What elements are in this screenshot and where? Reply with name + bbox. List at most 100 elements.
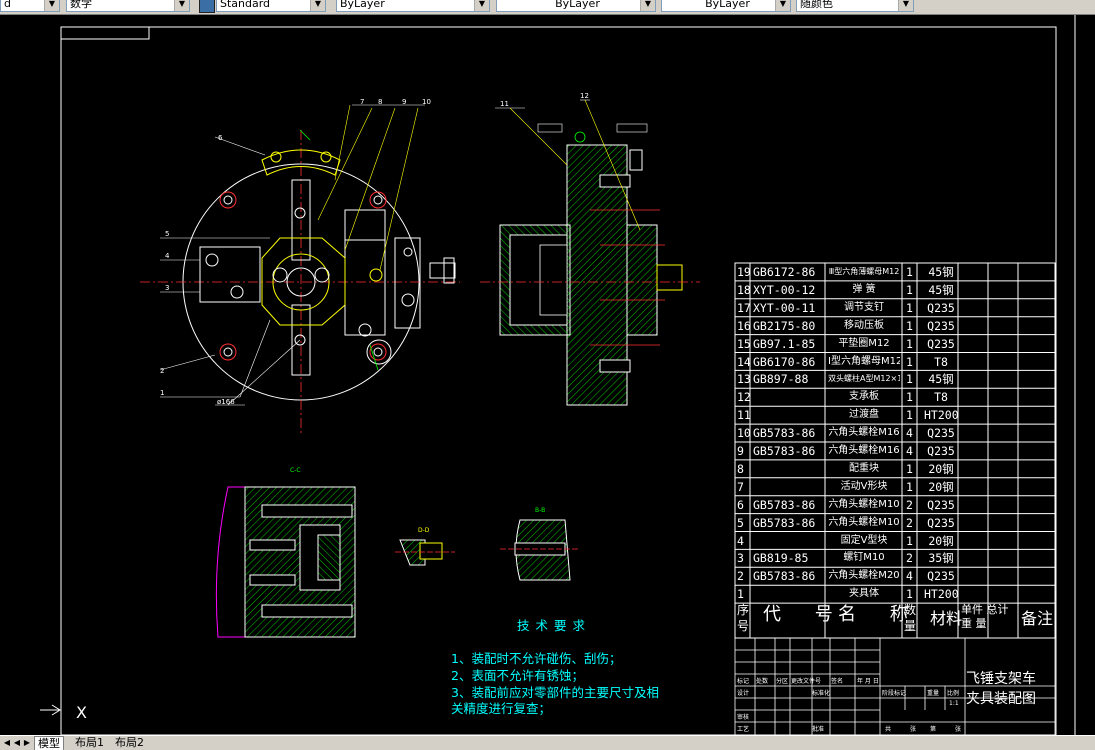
- bom-row-code: XYT-00-12: [753, 282, 816, 297]
- text-style-dropdown[interactable]: d ▼: [0, 0, 60, 12]
- bom-row-qty: 4: [906, 444, 913, 458]
- chevron-down-icon[interactable]: ▼: [474, 0, 489, 11]
- chevron-down-icon[interactable]: ▼: [640, 0, 655, 11]
- bom-row-name: 配重块: [849, 462, 879, 474]
- bom-row-name: 支承板: [849, 391, 879, 403]
- last-tab-icon[interactable]: ▶: [22, 737, 32, 748]
- first-tab-icon[interactable]: ◀: [2, 737, 12, 748]
- bom-row-qty: 2: [906, 551, 913, 566]
- bom-row-no: 6: [737, 497, 744, 512]
- bom-row-qty: 1: [906, 300, 913, 315]
- linetype-dropdown[interactable]: ByLayer ▼: [496, 0, 656, 12]
- linetype-value: ByLayer: [555, 0, 600, 10]
- bom-row-code: GB2175-80: [753, 318, 816, 333]
- chevron-down-icon[interactable]: ▼: [775, 0, 790, 11]
- callout-11: 11: [500, 100, 509, 108]
- title-block-label: 第: [930, 726, 937, 733]
- bom-header-code: 代 号: [763, 604, 847, 625]
- bom-row-no: 17: [737, 300, 751, 315]
- bom-row-name: 螺钉M10: [843, 552, 885, 564]
- bom-row-no: 7: [737, 479, 744, 494]
- prev-tab-icon[interactable]: ◀: [12, 737, 22, 748]
- chevron-down-icon[interactable]: ▼: [310, 0, 325, 11]
- callout-12: 12: [580, 92, 589, 100]
- dim-style-dropdown[interactable]: 数学 ▼: [66, 0, 190, 12]
- table-style-dropdown[interactable]: Standard ▼: [216, 0, 326, 12]
- bom-row-name: 过渡盘: [849, 409, 879, 421]
- bom-row-code: XYT-00-11: [753, 300, 816, 315]
- bom-row-qty: 4: [906, 426, 913, 441]
- bom-row-qty: 1: [906, 354, 913, 369]
- title-block-label: 签名: [831, 678, 844, 685]
- bom-header-no: 序号: [737, 603, 750, 633]
- bom-row-no: 10: [737, 426, 751, 441]
- callout-5: 5: [165, 230, 169, 238]
- tab-layout2[interactable]: 布局2: [112, 736, 147, 749]
- bom-row-code: GB5783-86: [753, 497, 816, 512]
- bom-row-code: GB6172-86: [753, 265, 816, 279]
- bom-row-material: 45钢: [928, 282, 954, 297]
- tech-requirements-title: 技术要求: [517, 618, 592, 633]
- bom-row-name: 活动V形块: [840, 480, 888, 492]
- title-block-label: 标准化: [812, 690, 831, 697]
- bom-row-qty: 1: [906, 372, 913, 387]
- bom-row-material: Q235: [927, 444, 955, 458]
- title-block-label: 张: [910, 726, 917, 733]
- bom-row-material: HT200: [924, 587, 959, 602]
- bom-row-qty: 1: [906, 408, 913, 423]
- bom-row-qty: 4: [906, 569, 913, 584]
- lineweight-dropdown[interactable]: ByLayer ▼: [661, 0, 791, 12]
- bom-row-name: 双头螺柱A型M12×112: [828, 374, 900, 384]
- bom-row-name: 移动压板: [844, 319, 884, 331]
- bom-header-material: 材料: [930, 609, 963, 628]
- bom-row-material: T8: [934, 354, 948, 369]
- chevron-down-icon[interactable]: ▼: [898, 0, 913, 11]
- plotstyle-value: 随颜色: [800, 0, 833, 10]
- bom-row-name: 六角头螺栓M16: [828, 445, 900, 456]
- bom-row-material: 45钢: [928, 265, 954, 279]
- callout-6: 6: [218, 134, 223, 142]
- bom-header-qty: 数量: [904, 603, 917, 633]
- title-block-label: 设计: [737, 690, 750, 697]
- chevron-down-icon[interactable]: ▼: [44, 0, 59, 11]
- bom-row-qty: 1: [906, 587, 913, 602]
- bom-row-name: 弹 簧: [852, 283, 876, 295]
- bom-row-code: GB5783-86: [753, 444, 816, 458]
- bom-row-name: 六角头螺栓M16: [828, 427, 900, 439]
- bom-row-no: 19: [737, 265, 751, 279]
- bom-row-qty: 1: [906, 533, 913, 548]
- callout-2: 2: [160, 367, 164, 375]
- bom-row-material: 20钢: [928, 533, 954, 548]
- layer-dropdown[interactable]: ByLayer ▼: [336, 0, 490, 12]
- bom-row-name: 六角头螺栓M20: [828, 570, 900, 582]
- bom-row-name: Ⅰ型六角螺母M12: [828, 355, 900, 367]
- bom-row-material: Q235: [927, 336, 955, 351]
- product-name: 飞锤支架车: [966, 671, 1036, 687]
- bom-row-code: GB6170-86: [753, 354, 816, 369]
- bom-row-material: HT200: [924, 408, 959, 423]
- title-block-label: 批准: [812, 726, 825, 733]
- bom-row-qty: 1: [906, 479, 913, 494]
- lineweight-value: ByLayer: [705, 0, 750, 10]
- bom-row-material: Q235: [927, 300, 955, 315]
- section-c-label: C-C: [290, 467, 301, 474]
- title-block-label: 审核: [737, 714, 750, 721]
- callout-1: 1: [160, 389, 164, 397]
- chevron-down-icon[interactable]: ▼: [174, 0, 189, 11]
- title-block-label: 处数: [756, 678, 769, 685]
- tech-requirement-line: 关精度进行复查；: [451, 701, 552, 716]
- table-style-icon[interactable]: [199, 0, 215, 13]
- bom-row-name: 平垫圈M12: [838, 337, 890, 349]
- bom-row-qty: 2: [906, 497, 913, 512]
- title-block-label: 张: [955, 726, 962, 733]
- tab-layout1[interactable]: 布局1: [72, 736, 107, 749]
- bom-row-name: 调节支钉: [844, 301, 884, 313]
- callout-9: 9: [402, 98, 406, 106]
- bom-row-name: 固定V型块: [840, 534, 888, 546]
- scale-value: 1:1: [949, 700, 959, 707]
- title-block-label: 工艺: [737, 726, 750, 733]
- title-block-label: 分区: [776, 678, 789, 685]
- plotstyle-dropdown[interactable]: 随颜色 ▼: [796, 0, 914, 12]
- layout-tab-bar: ◀ ◀ ▶ 模型 布局1 布局2: [0, 735, 1095, 750]
- tab-model[interactable]: 模型: [34, 736, 64, 750]
